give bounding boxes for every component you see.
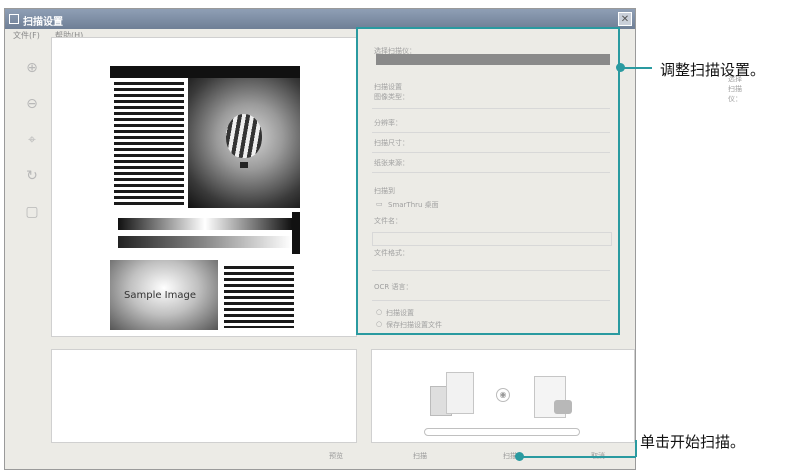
title-bar: 扫描设置 ✕ bbox=[5, 9, 635, 29]
select-icon[interactable]: ⌖ bbox=[23, 131, 41, 149]
preview-side-bar bbox=[292, 212, 300, 254]
scan-size-select[interactable] bbox=[372, 142, 610, 153]
format-label: 文件格式： bbox=[374, 249, 409, 257]
left-toolbar: ⊕ ⊖ ⌖ ↻ ▢ bbox=[15, 47, 49, 347]
scanner-select[interactable] bbox=[376, 54, 610, 65]
desktop-icon: ▭ bbox=[376, 200, 383, 208]
image-type-select[interactable] bbox=[372, 98, 610, 109]
callout-line-bottom bbox=[520, 456, 636, 458]
callout-line-top bbox=[620, 67, 652, 69]
preview-sample-photo: Sample Image bbox=[110, 260, 218, 330]
close-button[interactable]: ✕ bbox=[618, 12, 632, 26]
scan-animation-pane: ◉ bbox=[371, 349, 635, 443]
scan-button[interactable]: 扫描 bbox=[392, 448, 448, 464]
option-label-1: 扫描设置 bbox=[386, 309, 414, 317]
preview-text-block bbox=[114, 82, 184, 208]
preview-button[interactable]: 预览 bbox=[308, 448, 364, 464]
save-icon[interactable]: ▢ bbox=[23, 203, 41, 221]
preview-header-bar bbox=[110, 66, 300, 78]
window-title: 扫描设置 bbox=[23, 17, 63, 28]
preview-text-block bbox=[224, 266, 294, 328]
source-select[interactable] bbox=[372, 162, 610, 173]
balloon-icon bbox=[226, 114, 262, 158]
rotate-icon[interactable]: ↻ bbox=[23, 167, 41, 185]
format-select[interactable] bbox=[372, 260, 610, 271]
callout-line-bottom-vertical bbox=[635, 440, 637, 457]
scan-preview-image: Sample Image bbox=[110, 66, 300, 330]
zoom-in-icon[interactable]: ⊕ bbox=[23, 59, 41, 77]
info-pane bbox=[51, 349, 357, 443]
document-icon bbox=[446, 372, 474, 414]
scan-progress-bar bbox=[424, 428, 580, 436]
folder-icon bbox=[554, 400, 572, 414]
balloon-basket bbox=[240, 162, 248, 168]
preview-pane[interactable]: Sample Image bbox=[51, 37, 357, 337]
scan-to-desktop[interactable]: SmarThru 桌面 bbox=[388, 200, 439, 210]
option-radio-2[interactable]: ○ bbox=[376, 320, 382, 328]
preview-gradient-bar bbox=[118, 218, 292, 230]
option-radio-1[interactable]: ○ bbox=[376, 308, 382, 316]
filename-label: 文件名： bbox=[374, 217, 402, 225]
scan-settings-heading: 扫描设置 bbox=[374, 83, 402, 91]
resolution-select[interactable] bbox=[372, 122, 610, 133]
transfer-icon: ◉ bbox=[496, 388, 510, 402]
option-label-2: 保存扫描设置文件 bbox=[386, 321, 442, 329]
filename-input[interactable] bbox=[372, 232, 612, 246]
preview-gradient-bar bbox=[118, 236, 292, 248]
scan-to-heading: 扫描到 bbox=[374, 187, 395, 195]
callout-adjust-settings: 调整扫描设置。 bbox=[660, 61, 766, 79]
zoom-out-icon[interactable]: ⊖ bbox=[23, 95, 41, 113]
preview-balloon-photo bbox=[188, 78, 300, 208]
menu-file[interactable]: 文件(F) bbox=[13, 30, 40, 41]
ocr-select[interactable] bbox=[372, 290, 610, 301]
callout-start-scan: 单击开始扫描。 bbox=[640, 433, 746, 451]
app-icon bbox=[9, 14, 19, 24]
sample-image-text: Sample Image bbox=[124, 290, 196, 301]
